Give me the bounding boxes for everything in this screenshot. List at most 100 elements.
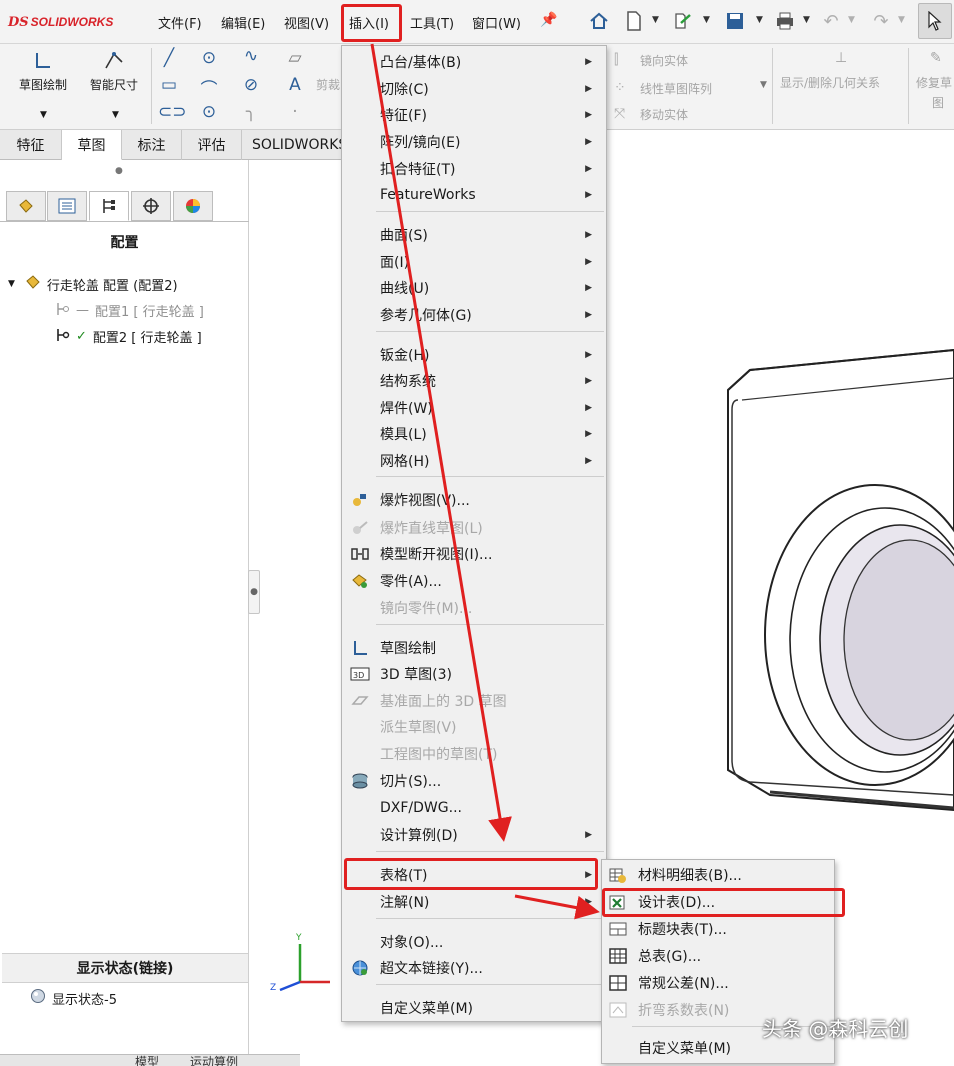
tree-item-config2[interactable]: ✓ 配置2 [ 行走轮盖 ] (56, 327, 202, 346)
menu-item-26[interactable]: 切片(S)... (342, 768, 606, 794)
tab-model[interactable]: 模型 (135, 1053, 159, 1066)
polygon-icon[interactable]: ⊙ (198, 102, 220, 122)
smart-dimension-button[interactable]: 智能尺寸 (80, 50, 148, 93)
menu-item-14[interactable]: 模具(L) ▶ (342, 421, 606, 447)
chevron-down-icon[interactable]: ▼ (756, 15, 763, 25)
menu-window[interactable]: 窗口(W) (472, 13, 521, 32)
panel-handle-icon[interactable]: ● (115, 166, 123, 176)
pin-icon[interactable]: 📌 (540, 12, 557, 28)
menu-item-25[interactable]: 工程图中的草图(T) (342, 741, 606, 767)
chevron-down-icon[interactable]: ▼ (803, 15, 810, 25)
rectangle-icon[interactable]: ▭ (158, 75, 180, 95)
menu-item-11[interactable]: 钣金(H) ▶ (342, 342, 606, 368)
tree-root[interactable]: ▼ 行走轮盖 配置 (配置2) (8, 274, 178, 294)
undo-icon[interactable]: ↶ (818, 8, 844, 34)
tab-sketch[interactable]: 草图 (62, 130, 122, 160)
ellipse-icon[interactable]: ⊘ (240, 75, 262, 95)
chevron-down-icon[interactable]: ▼ (112, 110, 119, 120)
menu-edit[interactable]: 编辑(E) (221, 13, 265, 32)
configuration-manager-tab[interactable] (89, 191, 129, 221)
fillet-icon[interactable]: ╮ (240, 102, 262, 122)
slot-icon[interactable]: ⊂⊃ (158, 102, 187, 122)
submenu-item-3[interactable]: 标题块表(T)... (602, 916, 834, 942)
tab-markup[interactable]: 标注 (122, 130, 182, 160)
menu-item-16[interactable]: 爆炸视图(V)... (342, 487, 606, 513)
menu-item-2[interactable]: 切除(C) ▶ (342, 76, 606, 102)
menu-item-3[interactable]: 特征(F) ▶ (342, 102, 606, 128)
menu-item-27[interactable]: DXF/DWG... (342, 795, 606, 821)
menu-item-21[interactable]: 草图绘制 (342, 635, 606, 661)
menu-item-7[interactable]: 曲面(S) ▶ (342, 222, 606, 248)
display-manager-tab[interactable] (173, 191, 213, 221)
menu-item-4[interactable]: 阵列/镜向(E) ▶ (342, 129, 606, 155)
tree-item-config1[interactable]: — 配置1 [ 行走轮盖 ] (56, 301, 204, 320)
submenu-item-4[interactable]: 总表(G)... (602, 943, 834, 969)
submenu-item-1[interactable]: 材料明细表(B)... (602, 862, 834, 888)
text-icon[interactable]: A (284, 75, 306, 95)
submenu-item-5[interactable]: 常规公差(N)... (602, 970, 834, 996)
spline-icon[interactable]: ∿ (240, 46, 262, 66)
feature-manager-tab[interactable] (6, 191, 46, 221)
menu-item-33[interactable]: 自定义菜单(M) (342, 995, 606, 1021)
select-pointer-icon[interactable] (918, 3, 952, 39)
menu-item-24[interactable]: 派生草图(V) (342, 714, 606, 740)
chevron-down-icon[interactable]: ▼ (760, 80, 767, 90)
repair-sketch-label[interactable]: 修复草 (916, 74, 952, 91)
chevron-down-icon[interactable]: ▼ (848, 15, 855, 25)
menu-item-31[interactable]: 对象(O)... (342, 929, 606, 955)
menu-item-30[interactable]: 注解(N) ▶ (342, 889, 606, 915)
menu-item-32[interactable]: 超文本链接(Y)... (342, 955, 606, 981)
line-icon[interactable]: ╱ (158, 48, 180, 68)
menu-item-23[interactable]: 基准面上的 3D 草图 (342, 688, 606, 714)
expand-arrow-icon[interactable]: ▼ (8, 279, 15, 289)
point-icon[interactable]: · (284, 102, 306, 122)
menu-item-22[interactable]: 3D 3D 草图(3) (342, 661, 606, 687)
tab-evaluate[interactable]: 评估 (182, 130, 242, 160)
tab-motion-study[interactable]: 运动算例 (190, 1053, 238, 1066)
sketch-button[interactable]: 草图绘制 (10, 50, 76, 93)
save-icon[interactable] (722, 8, 748, 34)
menu-tools[interactable]: 工具(T) (410, 13, 454, 32)
menu-item-5[interactable]: 扣合特征(T) ▶ (342, 156, 606, 182)
property-manager-tab[interactable] (47, 191, 87, 221)
circle-icon[interactable]: ⊙ (198, 48, 220, 68)
sketch-icon (32, 50, 54, 72)
menu-item-20[interactable]: 镜向零件(M)... (342, 595, 606, 621)
chevron-down-icon[interactable]: ▼ (652, 15, 659, 25)
menu-item-17[interactable]: 爆炸直线草图(L) (342, 515, 606, 541)
chevron-down-icon[interactable]: ▼ (40, 110, 47, 120)
plane-icon[interactable]: ▱ (284, 48, 306, 68)
menu-view[interactable]: 视图(V) (284, 13, 329, 32)
tab-solidworks-addins[interactable]: SOLIDWORKS (242, 130, 345, 160)
print-icon[interactable] (772, 8, 798, 34)
menu-item-12[interactable]: 结构系统 ▶ (342, 368, 606, 394)
linear-pattern-label[interactable]: 线性草图阵列 (640, 80, 712, 97)
menu-file[interactable]: 文件(F) (158, 13, 202, 32)
arc-icon[interactable]: ⌒ (198, 75, 220, 100)
chevron-down-icon[interactable]: ▼ (898, 15, 905, 25)
chevron-down-icon[interactable]: ▼ (703, 15, 710, 25)
open-document-icon[interactable] (670, 8, 696, 34)
solidworks-logo[interactable]: DS SOLIDWORKS (8, 11, 113, 33)
menu-item-13[interactable]: 焊件(W) ▶ (342, 395, 606, 421)
menu-item-10[interactable]: 参考几何体(G) ▶ (342, 302, 606, 328)
menu-item-28[interactable]: 设计算例(D) ▶ (342, 822, 606, 848)
home-icon[interactable] (586, 8, 612, 34)
move-entity-label[interactable]: 移动实体 (640, 106, 688, 123)
new-document-icon[interactable] (621, 8, 647, 34)
menu-item-8[interactable]: 面(I) ▶ (342, 249, 606, 275)
trim-label[interactable]: 剪裁 (316, 76, 340, 93)
menu-item-15[interactable]: 网格(H) ▶ (342, 448, 606, 474)
menu-item-9[interactable]: 曲线(U) ▶ (342, 275, 606, 301)
display-state-item[interactable]: 显示状态-5 (30, 988, 117, 1008)
panel-splitter[interactable]: ● (248, 570, 260, 614)
show-delete-relations-label[interactable]: 显示/删除几何关系 (780, 74, 880, 91)
redo-icon[interactable]: ↷ (868, 8, 894, 34)
tab-features[interactable]: 特征 (0, 130, 62, 160)
mirror-entity-label[interactable]: 镜向实体 (640, 52, 688, 69)
menu-item-19[interactable]: 零件(A)... (342, 568, 606, 594)
menu-item-18[interactable]: 模型断开视图(I)... (342, 541, 606, 567)
menu-item-1[interactable]: 凸台/基体(B) ▶ (342, 49, 606, 75)
dimxpert-tab[interactable] (131, 191, 171, 221)
menu-item-6[interactable]: FeatureWorks ▶ (342, 182, 606, 208)
